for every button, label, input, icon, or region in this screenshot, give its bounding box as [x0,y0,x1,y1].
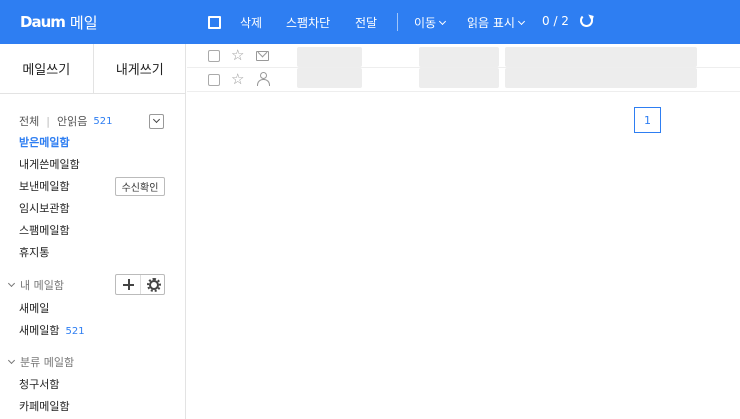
my-mailbox-section[interactable]: 내 메일함 [7,277,64,293]
read-status-label: 읽음 표시 [467,16,515,30]
category-section[interactable]: 분류 메일함 [7,354,75,370]
category-title: 분류 메일함 [20,356,75,369]
list-item[interactable]: ☆ [187,68,740,92]
sidebar-item-sent[interactable]: 보낸메일함 [19,178,70,194]
logo-mail-text: 메일 [69,13,98,32]
read-status-dropdown[interactable]: 읽음 표시 [467,14,526,31]
preview-redacted [505,68,697,88]
sidebar-item-trash[interactable]: 휴지통 [19,244,49,260]
sidebar-item-spam[interactable]: 스팸메일함 [19,222,70,238]
forward-button[interactable]: 전달 [355,14,377,31]
logo-daum-text: Daum [20,13,66,31]
all-mail-link[interactable]: 전체 [19,113,39,129]
top-toolbar: Daum 메일 삭제 스팸차단 전달 이동 읽음 표시 0 / 2 [0,0,740,44]
star-icon[interactable]: ☆ [231,46,244,64]
star-icon[interactable]: ☆ [231,70,244,88]
sidebar-item-new-mail[interactable]: 새메일 [19,300,49,316]
row-checkbox[interactable] [208,50,220,62]
write-buttons: 메일쓰기 내게쓰기 [0,44,186,94]
unread-count: 521 [93,115,113,127]
sidebar-item-drafts[interactable]: 임시보관함 [19,200,70,216]
list-item[interactable]: ☆ [187,44,740,68]
write-mail-button[interactable]: 메일쓰기 [0,44,93,93]
folder-label: 새메일함 [19,324,60,337]
sidebar-item-sent-to-me[interactable]: 내게쓴메일함 [19,156,80,172]
mail-summary: 전체 | 안읽음 521 [19,113,112,129]
preview-redacted [505,47,697,67]
sender-redacted [297,68,362,88]
chevron-down-icon [517,17,526,26]
envelope-icon [256,51,269,61]
sidebar-item-inbox[interactable]: 받은메일함 [19,134,70,150]
folder-collapse-button[interactable] [149,114,164,129]
sender-redacted [297,47,362,67]
subject-redacted [419,47,499,67]
person-icon [257,72,270,86]
page-button-current[interactable]: 1 [634,107,661,133]
unread-link[interactable]: 안읽음 [57,113,87,129]
summary-divider: | [46,114,50,128]
daum-mail-logo[interactable]: Daum 메일 [20,11,98,33]
move-label: 이동 [414,16,437,30]
sidebar: 메일쓰기 내게쓰기 전체 | 안읽음 521 받은메일함 내게쓴메일함 보낸메일… [0,44,186,419]
folder-count: 521 [65,326,85,337]
row-checkbox[interactable] [208,74,220,86]
select-all-checkbox[interactable] [208,16,221,29]
write-to-me-button[interactable]: 내게쓰기 [92,44,187,93]
sidebar-item-new-mailbox[interactable]: 새메일함 521 [19,322,85,338]
gear-icon[interactable] [139,275,165,294]
my-mailbox-title: 내 메일함 [20,279,64,292]
mailbox-actions [115,274,165,295]
block-spam-button[interactable]: 스팸차단 [286,14,330,31]
read-receipt-button[interactable]: 수신확인 [115,177,165,196]
plus-icon[interactable] [116,275,140,294]
folder-label: 새메일 [19,302,50,315]
chevron-down-icon [7,279,16,287]
refresh-icon[interactable] [580,14,593,27]
move-dropdown[interactable]: 이동 [414,14,447,31]
toolbar-divider [397,13,398,31]
chevron-down-icon [439,17,447,26]
chevron-down-icon [7,356,16,364]
selection-count: 0 / 2 [542,14,569,28]
sidebar-item-bills[interactable]: 청구서함 [19,376,59,392]
sidebar-item-cafe[interactable]: 카페메일함 [19,398,70,414]
subject-redacted [419,68,499,88]
delete-button[interactable]: 삭제 [240,14,262,31]
